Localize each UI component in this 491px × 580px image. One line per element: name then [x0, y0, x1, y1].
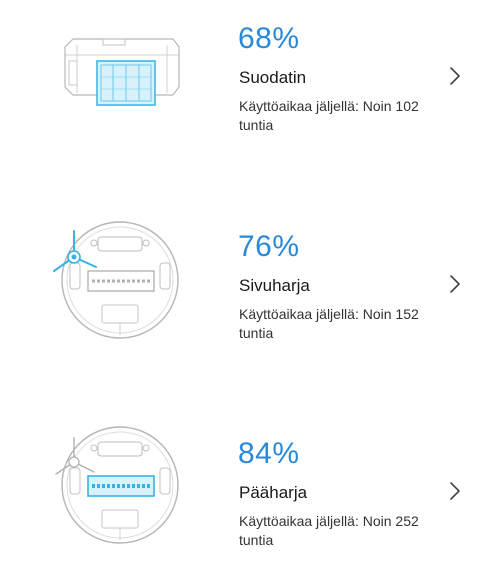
- side-brush-remaining-line1: Käyttöaikaa jäljellä: Noin 152: [239, 306, 419, 322]
- main-brush-percent: 84%: [238, 437, 300, 470]
- filter-remaining-line2: tuntia: [239, 117, 274, 133]
- main-brush-remaining-line2: tuntia: [239, 532, 274, 548]
- main-brush-icon: [50, 420, 190, 550]
- side-brush-remaining-time: Käyttöaikaa jäljellä: Noin 152 tuntia: [239, 305, 454, 343]
- main-brush-name: Pääharja: [239, 483, 308, 502]
- chevron-right-icon[interactable]: [445, 481, 465, 501]
- side-brush-remaining-line2: tuntia: [239, 325, 274, 341]
- filter-name: Suodatin: [239, 68, 307, 87]
- filter-remaining-time: Käyttöaikaa jäljellä: Noin 102 tuntia: [239, 97, 454, 135]
- main-brush-remaining-time: Käyttöaikaa jäljellä: Noin 252 tuntia: [239, 512, 454, 550]
- side-brush-percent: 76%: [238, 230, 300, 263]
- filter-icon: [55, 25, 185, 115]
- filter-remaining-line1: Käyttöaikaa jäljellä: Noin 102: [239, 98, 419, 114]
- chevron-right-icon[interactable]: [445, 274, 465, 294]
- chevron-right-icon[interactable]: [445, 66, 465, 86]
- main-brush-remaining-line1: Käyttöaikaa jäljellä: Noin 252: [239, 513, 419, 529]
- consumable-item-main-brush[interactable]: 84% Pääharja Käyttöaikaa jäljellä: Noin …: [0, 410, 491, 580]
- consumable-item-side-brush[interactable]: 76% Sivuharja Käyttöaikaa jäljellä: Noin…: [0, 205, 491, 375]
- filter-percent: 68%: [238, 22, 300, 55]
- side-brush-name: Sivuharja: [239, 276, 310, 295]
- consumable-item-filter[interactable]: 68% Suodatin Käyttöaikaa jäljellä: Noin …: [0, 0, 491, 170]
- side-brush-icon: [50, 215, 190, 345]
